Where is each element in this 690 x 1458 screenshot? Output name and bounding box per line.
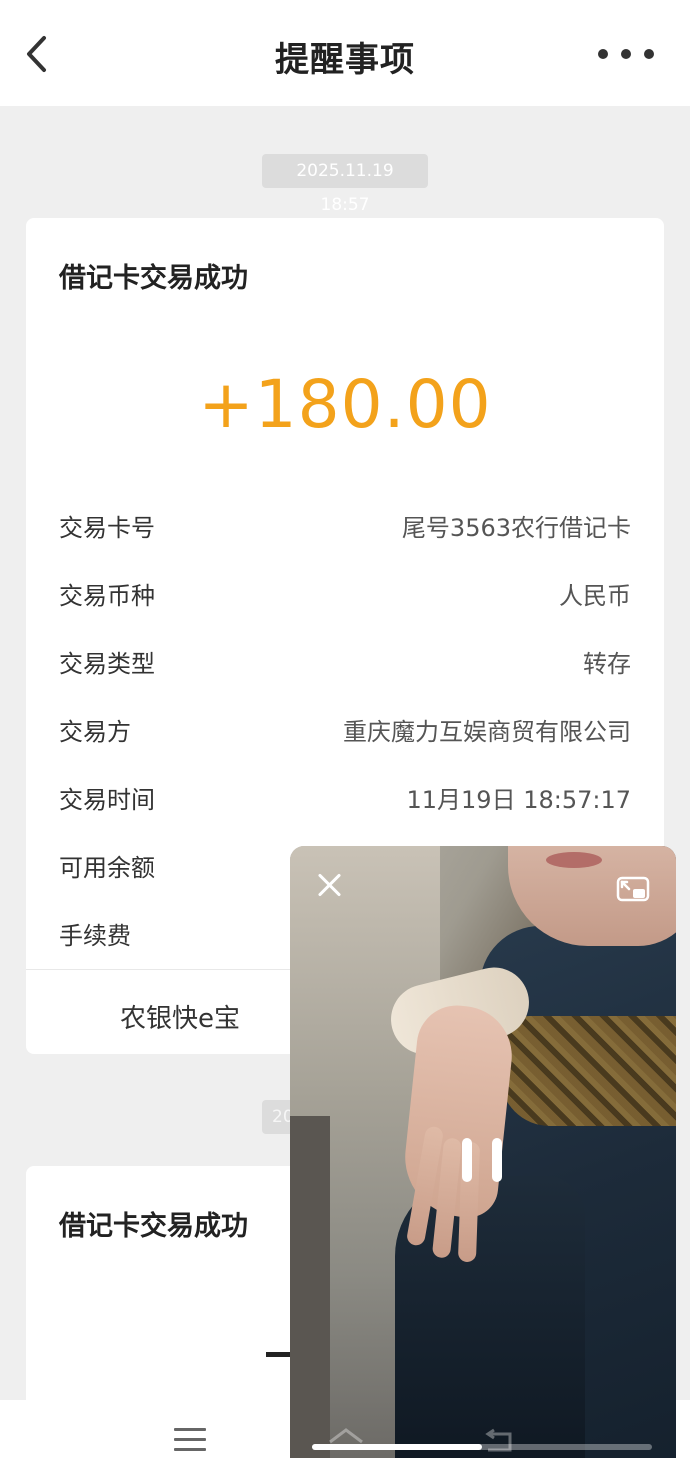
detail-label: 交易时间: [59, 786, 155, 814]
back-arrow-icon: [485, 1428, 512, 1452]
more-horizontal-icon: [598, 49, 608, 59]
detail-label: 手续费: [59, 922, 131, 950]
card-title: 借记卡交易成功: [59, 1211, 248, 1242]
message-timestamp: 2025.11.19 18:57: [262, 154, 428, 215]
video-progress-fill: [312, 1444, 482, 1450]
detail-label: 交易方: [59, 718, 131, 746]
card-title: 借记卡交易成功: [59, 263, 248, 294]
transaction-amount-partial: [266, 1352, 292, 1357]
floating-video-player[interactable]: [290, 846, 676, 1458]
detail-value: 重庆魔力互娱商贸有限公司: [343, 718, 631, 746]
home-icon: [329, 1428, 363, 1444]
video-progress-bar[interactable]: [312, 1444, 652, 1450]
detail-row-type: 交易类型 转存: [59, 644, 631, 684]
detail-row-counterparty: 交易方 重庆魔力互娱商贸有限公司: [59, 712, 631, 752]
page-title: 提醒事项: [275, 40, 415, 80]
detail-row-time: 交易时间 11月19日 18:57:17: [59, 780, 631, 820]
more-button[interactable]: [598, 46, 654, 62]
detail-label: 交易类型: [59, 650, 155, 678]
detail-label: 可用余额: [59, 854, 155, 882]
detail-row-card-number: 交易卡号 尾号3563农行借记卡: [59, 508, 631, 548]
close-icon[interactable]: [316, 872, 342, 898]
detail-value: 尾号3563农行借记卡: [401, 514, 631, 542]
detail-value: 转存: [583, 650, 631, 678]
restore-window-icon[interactable]: [616, 876, 650, 902]
detail-label: 交易币种: [59, 582, 155, 610]
detail-row-currency: 交易币种 人民币: [59, 576, 631, 616]
menu-button[interactable]: [174, 1428, 206, 1454]
card-footer-link[interactable]: 农银快e宝: [120, 998, 240, 1035]
transaction-amount: +180.00: [198, 366, 492, 443]
detail-label: 交易卡号: [59, 514, 155, 542]
hamburger-menu-icon: [174, 1428, 206, 1451]
pause-icon[interactable]: [460, 1138, 506, 1184]
detail-value: 11月19日 18:57:17: [406, 786, 632, 814]
detail-value: 人民币: [559, 582, 631, 610]
top-navbar: 提醒事项: [0, 0, 690, 106]
